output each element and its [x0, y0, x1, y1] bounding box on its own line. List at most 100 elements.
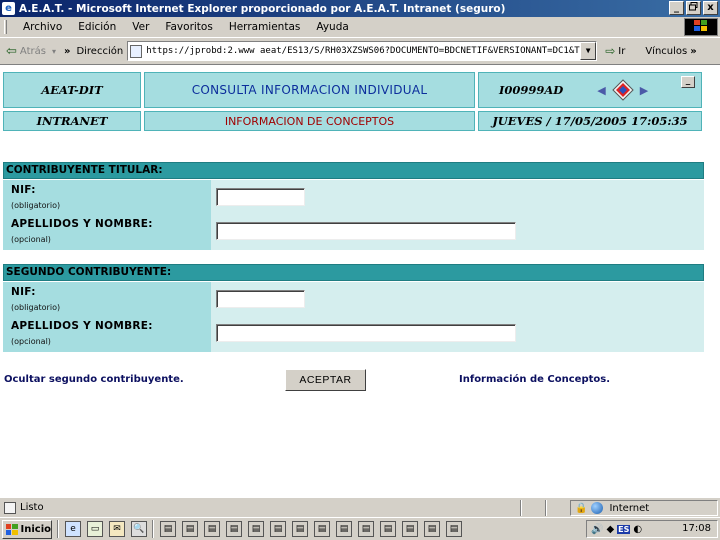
close-window-button[interactable]: x [703, 1, 718, 15]
windows-logo-icon [6, 523, 18, 535]
datetime-cell: JUEVES / 17/05/2005 17:05:35 [478, 111, 702, 131]
links-toolbar[interactable]: Vínculos [645, 46, 687, 57]
taskbar-divider [57, 520, 59, 538]
address-dropdown-button[interactable]: ▼ [580, 42, 597, 60]
task-window-icon[interactable]: ▤ [160, 521, 176, 537]
back-arrow-icon: ⇦ [6, 43, 17, 59]
toolbar-overflow-chevron[interactable]: » [64, 46, 70, 57]
window-controls: _ x [669, 1, 718, 15]
name-hint: (opcional) [11, 235, 51, 244]
task-window-icon[interactable]: ▤ [380, 521, 396, 537]
nif-label-2: NIF: [11, 286, 36, 298]
outlook-quicklaunch-icon[interactable]: ✉ [109, 521, 125, 537]
network-icon[interactable]: ◆ [606, 524, 614, 535]
nif-label: NIF: [11, 184, 36, 196]
back-dropdown-icon[interactable]: ▾ [52, 47, 56, 56]
status-text: Listo [20, 502, 44, 513]
name-input-2[interactable] [216, 324, 516, 342]
status-divider [520, 500, 522, 516]
window-title-bar: e A.E.A.T. - Microsoft Internet Explorer… [0, 0, 720, 17]
task-window-icon[interactable]: ▤ [402, 521, 418, 537]
address-toolbar: ⇦ Atrás ▾ » Dirección https://jprobd:2.w… [0, 37, 720, 65]
window-title: A.E.A.T. - Microsoft Internet Explorer p… [19, 2, 506, 15]
section-titular-heading: CONTRIBUYENTE TITULAR: [3, 162, 704, 179]
next-arrow-icon[interactable]: ▶ [640, 84, 648, 97]
collapse-header-button[interactable]: _ [681, 76, 695, 88]
menu-herramientas[interactable]: Herramientas [221, 21, 309, 33]
nav-icons: ◀ ▶ [597, 79, 648, 101]
language-indicator[interactable]: ES [617, 524, 631, 534]
section-segundo-body: NIF: (obligatorio) APELLIDOS Y NOMBRE: (… [3, 282, 704, 352]
task-window-icon[interactable]: ▤ [248, 521, 264, 537]
task-window-icon[interactable]: ▤ [446, 521, 462, 537]
clock[interactable]: 17:08 [682, 523, 711, 534]
zone-label: Internet [609, 502, 650, 514]
page-title: CONSULTA INFORMACION INDIVIDUAL [144, 72, 475, 108]
security-zone: 🔒 Internet [570, 500, 718, 516]
task-window-icon[interactable]: ▤ [424, 521, 440, 537]
section-titular-labels: NIF: (obligatorio) APELLIDOS Y NOMBRE: (… [3, 180, 211, 250]
search-quicklaunch-icon[interactable]: 🔍 [131, 521, 147, 537]
network-cell: INTRANET [3, 111, 141, 131]
accept-button[interactable]: ACEPTAR [285, 369, 366, 391]
address-value: https://jprobd:2.www aeat/ES13/S/RH03XZS… [146, 46, 580, 56]
task-window-icon[interactable]: ▤ [292, 521, 308, 537]
taskbar: Inicio e ▭ ✉ 🔍 ▤ ▤ ▤ ▤ ▤ ▤ ▤ ▤ ▤ ▤ ▤ ▤ ▤… [0, 517, 720, 540]
menu-favoritos[interactable]: Favoritos [157, 21, 220, 33]
section-segundo-labels: NIF: (obligatorio) APELLIDOS Y NOMBRE: (… [3, 282, 211, 352]
menu-archivo[interactable]: Archivo [15, 21, 70, 33]
start-button[interactable]: Inicio [2, 519, 52, 539]
header-row-2: INTRANET INFORMACION DE CONCEPTOS JUEVES… [3, 111, 704, 131]
go-button[interactable]: ⇨ Ir [605, 44, 625, 58]
name-input[interactable] [216, 222, 516, 240]
status-bar: Listo 🔒 Internet [0, 497, 720, 517]
menu-ver[interactable]: Ver [124, 21, 157, 33]
go-arrow-icon: ⇨ [605, 44, 616, 58]
back-label: Atrás [19, 45, 46, 57]
user-code: I00999AD [499, 83, 564, 97]
start-label: Inicio [20, 523, 52, 535]
previous-arrow-icon[interactable]: ◀ [597, 84, 605, 97]
hide-second-taxpayer-link[interactable]: Ocultar segundo contribuyente. [4, 374, 184, 385]
globe-icon [591, 502, 604, 514]
nif-input[interactable] [216, 188, 305, 206]
task-window-icon[interactable]: ▤ [226, 521, 242, 537]
aeat-logo-icon[interactable] [612, 79, 634, 101]
back-button[interactable]: ⇦ Atrás ▾ [6, 44, 56, 59]
windows-flag-icon [684, 18, 718, 36]
nif-input-2[interactable] [216, 290, 305, 308]
task-window-icon[interactable]: ▤ [358, 521, 374, 537]
task-window-icon[interactable]: ▤ [336, 521, 352, 537]
nif-hint-2: (obligatorio) [11, 303, 61, 312]
section-titular-body: NIF: (obligatorio) APELLIDOS Y NOMBRE: (… [3, 180, 704, 250]
maximize-window-button[interactable] [686, 1, 701, 15]
task-window-icon[interactable]: ▤ [204, 521, 220, 537]
minimize-window-button[interactable]: _ [669, 1, 684, 15]
help-icon[interactable]: ◐ [633, 524, 642, 535]
task-window-icon[interactable]: ▤ [314, 521, 330, 537]
restore-icon [689, 2, 698, 11]
page-icon [130, 44, 143, 58]
links-overflow-chevron[interactable]: » [690, 46, 696, 57]
name-label: APELLIDOS Y NOMBRE: [11, 218, 153, 230]
address-label: Dirección [76, 45, 124, 57]
task-window-icon[interactable]: ▤ [182, 521, 198, 537]
system-tray: 🔊 ◆ ES ◐ 17:08 [586, 520, 718, 538]
document-icon [4, 501, 16, 514]
page-content: AEAT-DIT CONSULTA INFORMACION INDIVIDUAL… [0, 66, 720, 494]
name-label-2: APELLIDOS Y NOMBRE: [11, 320, 153, 332]
internet-explorer-icon: e [2, 2, 15, 15]
speaker-icon[interactable]: 🔊 [591, 524, 603, 535]
go-label: Ir [618, 45, 626, 57]
status-divider [545, 500, 547, 516]
name-hint-2: (opcional) [11, 337, 51, 346]
menu-ayuda[interactable]: Ayuda [308, 21, 356, 33]
concepts-info-link[interactable]: Información de Conceptos. [459, 374, 610, 385]
address-input[interactable]: https://jprobd:2.www aeat/ES13/S/RH03XZS… [127, 41, 598, 61]
desktop-quicklaunch-icon[interactable]: ▭ [87, 521, 103, 537]
task-window-icon[interactable]: ▤ [270, 521, 286, 537]
toolbar-grip[interactable] [4, 20, 7, 34]
menu-edicion[interactable]: Edición [70, 21, 124, 33]
taskbar-divider [152, 520, 154, 538]
ie-quicklaunch-icon[interactable]: e [65, 521, 81, 537]
